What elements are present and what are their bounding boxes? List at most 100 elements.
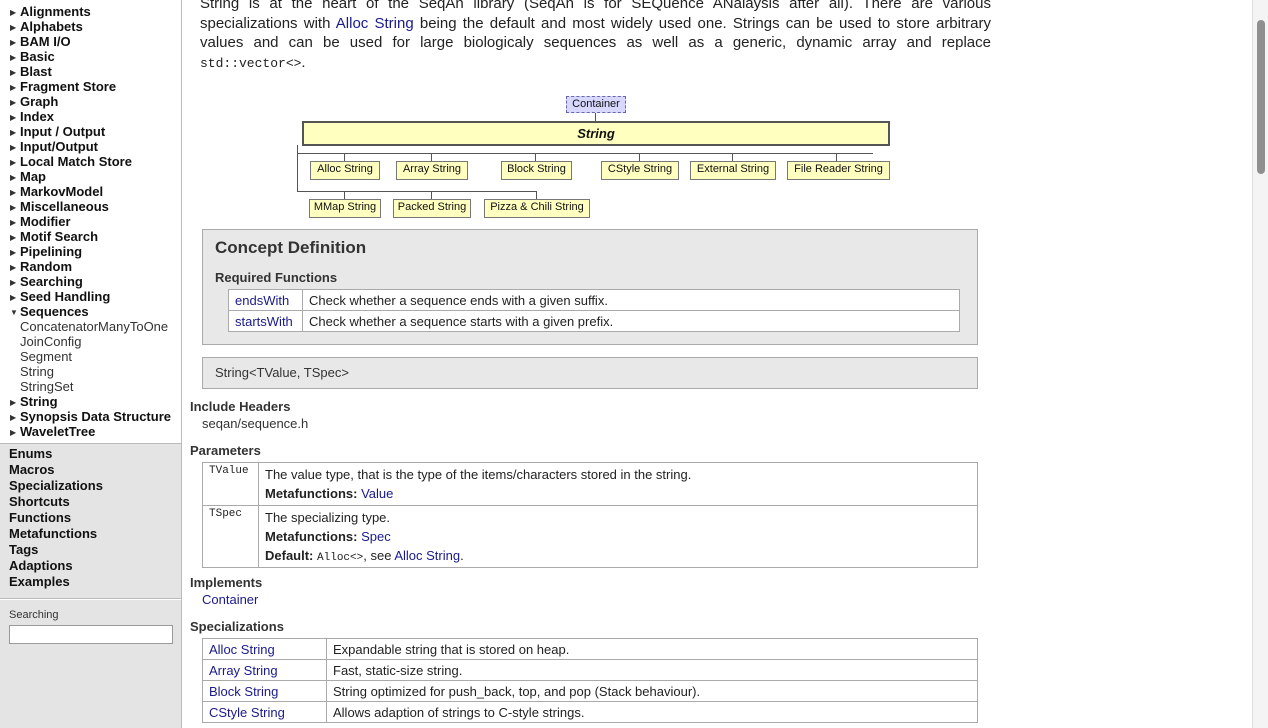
sidebar-tree-item[interactable]: ▶ Miscellaneous [10, 199, 109, 214]
diagram-connector [732, 153, 733, 161]
sidebar-tree-item[interactable]: Segment [20, 349, 72, 364]
sidebar-tree-label: Graph [20, 94, 59, 109]
sidebar-tree-item[interactable]: ▶ Random [10, 259, 72, 274]
implements-container-link[interactable]: Container [202, 592, 258, 607]
sidebar-tree-item[interactable]: ▶ Blast [10, 64, 52, 79]
diagram-file-reader-string-node[interactable]: File Reader String [787, 161, 890, 180]
table-row: CStyle String Allows adaption of strings… [202, 701, 978, 723]
collapsed-triangle-icon: ▶ [10, 158, 17, 167]
sidebar-tree-item[interactable]: ▶ String [10, 394, 58, 409]
collapsed-triangle-icon: ▶ [10, 428, 17, 437]
spec-metafunction-link[interactable]: Spec [361, 529, 391, 544]
include-header-value: seqan/sequence.h [202, 416, 309, 431]
search-label: Searching [9, 609, 59, 621]
diagram-array-string-node[interactable]: Array String [396, 161, 468, 180]
sidebar-tree-item[interactable]: ▶ Searching [10, 274, 83, 289]
sidebar-category-macros[interactable]: Macros [9, 462, 55, 478]
intro-text-3: . [301, 53, 306, 71]
default-alloc-string-link[interactable]: Alloc String [394, 548, 460, 563]
diagram-string-node[interactable]: String [302, 121, 890, 146]
sidebar-tree-item[interactable]: ▶ Fragment Store [10, 79, 116, 94]
spec-block-string-link[interactable]: Block String [209, 684, 278, 699]
collapsed-triangle-icon: ▶ [10, 143, 17, 152]
sidebar-tree-label: Random [20, 259, 72, 274]
table-cell: startsWith [228, 310, 303, 332]
sidebar-tree-item[interactable]: ▶ Input/Output [10, 139, 98, 154]
sidebar-tree-item[interactable]: JoinConfig [20, 334, 81, 349]
sidebar-tree-item[interactable]: ▶ Synopsis Data Structure [10, 409, 171, 424]
sidebar-tree-item[interactable]: ▶ Modifier [10, 214, 71, 229]
sidebar-tree-item[interactable]: ▶ Basic [10, 49, 55, 64]
module-tree: ▶ Alignments ▶ Alphabets ▶ BAM I/O ▶ Basic ▶ Blas… [0, 0, 181, 443]
sidebar-category-enums[interactable]: Enums [9, 446, 52, 462]
sidebar-tree-label: Map [20, 169, 46, 184]
sidebar-tree-item[interactable]: ▶ Seed Handling [10, 289, 110, 304]
sidebar-tree-item[interactable]: ▼ Sequences [10, 304, 89, 319]
table-row: endsWith Check whether a sequence ends w… [228, 289, 960, 311]
search-input[interactable] [9, 625, 173, 644]
specializations-title: Specializations [190, 619, 284, 634]
required-functions-table: endsWith Check whether a sequence ends w… [228, 289, 960, 332]
diagram-cstyle-string-node[interactable]: CStyle String [601, 161, 679, 180]
diagram-container-node[interactable]: Container [566, 96, 626, 113]
sidebar-tree-label: Pipelining [20, 244, 83, 259]
alloc-string-link[interactable]: Alloc String [336, 15, 414, 32]
sidebar-tree-item[interactable]: ▶ MarkovModel [10, 184, 103, 199]
sidebar-tree-item[interactable]: ▶ Alignments [10, 4, 91, 19]
diagram-connector [297, 153, 873, 154]
sidebar-tree-item[interactable]: ConcatenatorManyToOne [20, 319, 168, 334]
sidebar-category-functions[interactable]: Functions [9, 510, 71, 526]
sidebar-category-examples[interactable]: Examples [9, 574, 70, 590]
collapsed-triangle-icon: ▶ [10, 203, 17, 212]
table-cell: Array String [202, 659, 327, 681]
concept-definition-box: Concept Definition Required Functions en… [202, 229, 978, 345]
diagram-external-string-node[interactable]: External String [690, 161, 776, 180]
sidebar-tree-item[interactable]: ▶ Map [10, 169, 46, 184]
diagram-pizza-chili-string-node[interactable]: Pizza & Chili String [484, 199, 590, 218]
collapsed-triangle-icon: ▶ [10, 8, 17, 17]
vertical-scrollbar[interactable] [1252, 0, 1268, 728]
value-metafunction-link[interactable]: Value [361, 486, 393, 501]
search-panel: Searching [0, 600, 181, 728]
sidebar-category-shortcuts[interactable]: Shortcuts [9, 494, 70, 510]
collapsed-triangle-icon: ▶ [10, 293, 17, 302]
scroll-thumb[interactable] [1257, 20, 1265, 174]
sidebar-tree-label: Basic [20, 49, 55, 64]
collapsed-triangle-icon: ▶ [10, 68, 17, 77]
sidebar-tree-item[interactable]: ▶ Pipelining [10, 244, 82, 259]
spec-array-string-link[interactable]: Array String [209, 663, 278, 678]
sidebar-tree-label: Local Match Store [20, 154, 132, 169]
sidebar-tree-item[interactable]: String [20, 364, 54, 379]
sidebar-category-adaptions[interactable]: Adaptions [9, 558, 73, 574]
diagram-mmap-string-node[interactable]: MMap String [309, 199, 381, 218]
param-default: Default: Alloc<>, see Alloc String. [265, 546, 971, 565]
collapsed-triangle-icon: ▶ [10, 23, 17, 32]
sidebar-tree-item[interactable]: ▶ Alphabets [10, 19, 83, 34]
implements-title: Implements [190, 575, 263, 590]
sidebar-tree-item[interactable]: ▶ Graph [10, 94, 58, 109]
sidebar-tree-item[interactable]: StringSet [20, 379, 73, 394]
sidebar-tree-item[interactable]: ▶ Local Match Store [10, 154, 132, 169]
sidebar-tree-item[interactable]: ▶ BAM I/O [10, 34, 71, 49]
diagram-block-string-node[interactable]: Block String [501, 161, 572, 180]
spec-alloc-string-link[interactable]: Alloc String [209, 642, 275, 657]
ends-with-link[interactable]: endsWith [235, 293, 289, 308]
sidebar-tree-item[interactable]: ▶ Motif Search [10, 229, 98, 244]
sidebar-tree-item[interactable]: ▶ Index [10, 109, 54, 124]
collapsed-triangle-icon: ▶ [10, 188, 17, 197]
table-cell: The specializing type. Metafunctions: Sp… [258, 505, 978, 568]
sidebar-category-specializations[interactable]: Specializations [9, 478, 103, 494]
spec-cstyle-string-link[interactable]: CStyle String [209, 705, 285, 720]
sidebar-category-metafunctions[interactable]: Metafunctions [9, 526, 97, 542]
sidebar-tree-item[interactable]: ▶ WaveletTree [10, 424, 95, 439]
diagram-connector [297, 191, 537, 192]
sidebar-tree-item[interactable]: ▶ Input / Output [10, 124, 105, 139]
diagram-packed-string-node[interactable]: Packed String [393, 199, 471, 218]
meta-label: Metafunctions: [265, 486, 358, 501]
diagram-alloc-string-node[interactable]: Alloc String [310, 161, 380, 180]
param-meta: Metafunctions: Spec [265, 527, 971, 546]
starts-with-link[interactable]: startsWith [235, 314, 293, 329]
include-headers-title: Include Headers [190, 399, 291, 414]
collapsed-triangle-icon: ▶ [10, 113, 17, 122]
sidebar-category-tags[interactable]: Tags [9, 542, 38, 558]
